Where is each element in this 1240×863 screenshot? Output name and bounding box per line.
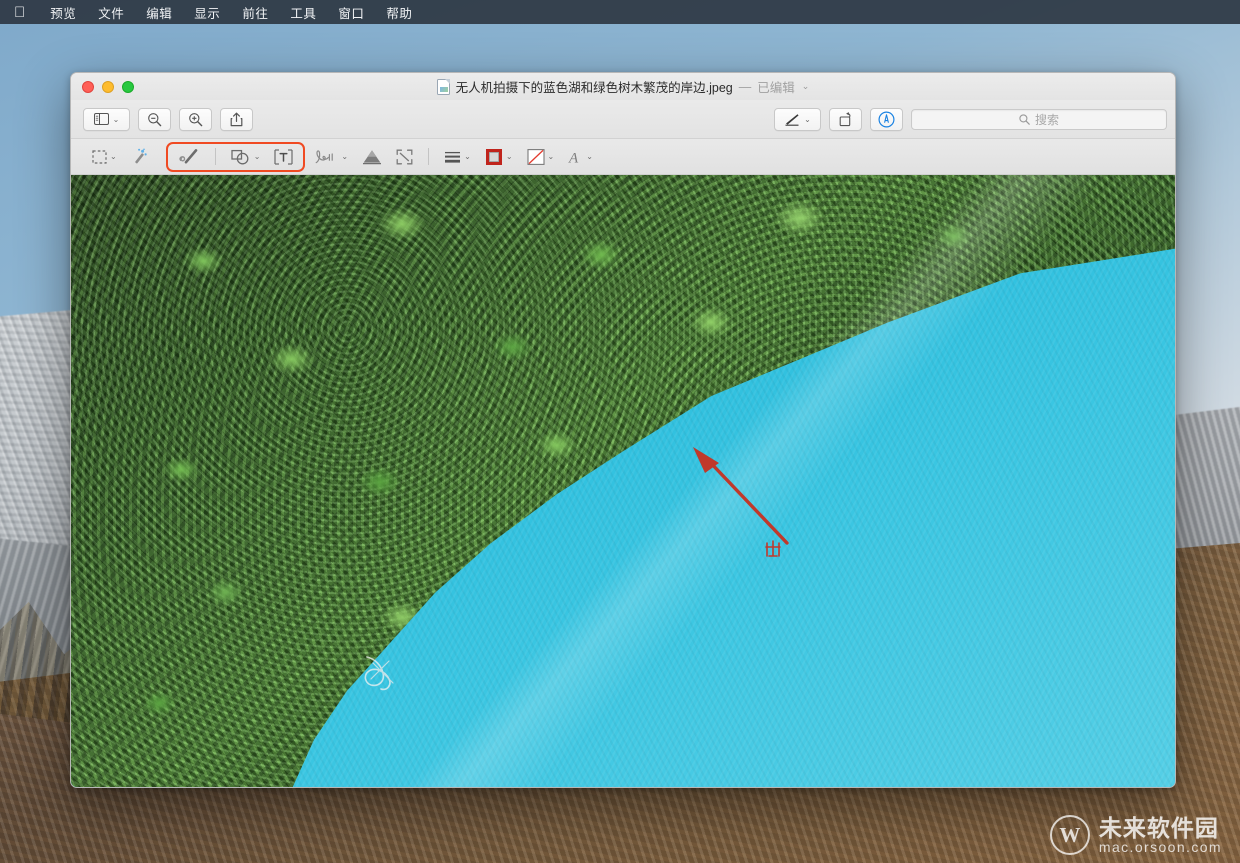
toolbar-divider xyxy=(428,148,430,165)
share-button[interactable] xyxy=(220,107,253,131)
zoom-in-icon xyxy=(189,112,203,126)
font-a-icon: A xyxy=(568,150,579,165)
sketch-pen-icon xyxy=(179,149,198,164)
adjust-size-tool-button[interactable] xyxy=(389,144,420,170)
fill-color-swatch-icon xyxy=(526,148,545,165)
instant-alpha-tool-button[interactable] xyxy=(124,144,155,170)
watermark-cn-text: 未来软件园 xyxy=(1098,814,1219,841)
signature-icon xyxy=(316,150,334,164)
title-chevron-down-icon[interactable]: ⌄ xyxy=(802,81,810,92)
maximize-button[interactable] xyxy=(122,80,134,93)
shapes-icon xyxy=(231,149,249,164)
shapes-tool-button[interactable]: ⌄ xyxy=(224,144,268,170)
w-circle-logo-icon: W xyxy=(1049,815,1090,855)
search-input[interactable]: 搜索 xyxy=(911,108,1167,130)
toolbar-divider xyxy=(214,148,216,165)
close-button[interactable] xyxy=(82,80,94,93)
text-box-icon xyxy=(274,148,294,165)
minimize-button[interactable] xyxy=(102,80,114,93)
watermark: W 未来软件园 mac.orsoon.com xyxy=(1049,814,1222,855)
rotate-left-button[interactable] xyxy=(829,107,862,131)
menu-item-tools[interactable]: 工具 xyxy=(279,3,327,22)
text-style-tool-button[interactable]: A ⌄ xyxy=(561,144,600,170)
image-canvas[interactable] xyxy=(71,175,1175,787)
chevron-down-icon[interactable]: ⌄ xyxy=(254,152,261,161)
document-icon xyxy=(436,78,450,95)
dashed-rectangle-icon xyxy=(92,149,107,164)
crop-resize-icon xyxy=(396,149,413,164)
svg-text:A: A xyxy=(568,150,579,165)
chevron-down-icon[interactable]: ⌄ xyxy=(506,152,513,161)
red-arrow-annotation[interactable] xyxy=(681,443,801,553)
sign-tool-button[interactable]: ⌄ xyxy=(307,144,355,170)
highlight-group-sketch-shapes-text: ⌄ xyxy=(165,141,306,172)
chevron-down-icon[interactable]: ⌄ xyxy=(804,115,811,124)
annotate-button[interactable] xyxy=(870,107,903,131)
markup-button[interactable]: ⌄ xyxy=(774,107,821,131)
fill-color-tool-button[interactable]: ⌄ xyxy=(520,144,562,170)
selection-tool-button[interactable]: ⌄ xyxy=(85,144,124,170)
window-toolbar: ⌄ ⌄ 搜索 xyxy=(71,100,1175,139)
markup-toolbar: ⌄ ⌄ ⌄ ⌄ ⌄ ⌄ A ⌄ xyxy=(71,139,1175,175)
border-color-swatch-icon xyxy=(485,148,502,165)
red-scribble-annotation[interactable] xyxy=(765,540,781,558)
chevron-down-icon[interactable]: ⌄ xyxy=(110,152,117,161)
magic-wand-icon xyxy=(134,148,147,164)
chevron-down-icon[interactable]: ⌄ xyxy=(586,152,593,161)
window-title-separator: — xyxy=(738,79,752,94)
text-tool-button[interactable] xyxy=(267,144,300,170)
desktop:  预览 文件 编辑 显示 前往 工具 窗口 帮助 无人机拍摄下的蓝色湖和绿色树… xyxy=(0,0,1240,863)
menu-item-help[interactable]: 帮助 xyxy=(375,3,423,22)
sidebar-icon xyxy=(93,113,109,125)
window-title: 无人机拍摄下的蓝色湖和绿色树木繁茂的岸边.jpeg — 已编辑 ⌄ xyxy=(71,73,1175,100)
menu-item-window[interactable]: 窗口 xyxy=(327,3,375,22)
preview-window: 无人机拍摄下的蓝色湖和绿色树木繁茂的岸边.jpeg — 已编辑 ⌄ ⌄ ⌄ 搜索… xyxy=(70,72,1176,788)
shape-style-tool-button[interactable]: ⌄ xyxy=(437,144,478,170)
adjust-color-tool-button[interactable] xyxy=(355,144,389,170)
share-icon xyxy=(230,112,243,126)
sketch-tool-button[interactable] xyxy=(171,144,207,170)
prism-icon xyxy=(363,149,382,164)
chevron-down-icon[interactable]: ⌄ xyxy=(548,152,555,161)
chevron-down-icon[interactable]: ⌄ xyxy=(113,115,120,124)
zoom-out-icon xyxy=(148,112,162,126)
markup-pen-icon xyxy=(785,114,799,126)
chevron-down-icon[interactable]: ⌄ xyxy=(341,152,348,161)
menu-item-file[interactable]: 文件 xyxy=(87,3,135,22)
window-title-filename: 无人机拍摄下的蓝色湖和绿色树木繁茂的岸边.jpeg xyxy=(455,81,733,95)
window-title-status: 已编辑 xyxy=(757,81,795,95)
annotate-icon xyxy=(878,110,895,128)
menu-item-edit[interactable]: 编辑 xyxy=(135,3,183,22)
menu-bar:  预览 文件 编辑 显示 前往 工具 窗口 帮助 xyxy=(0,0,1240,24)
border-color-tool-button[interactable]: ⌄ xyxy=(478,144,520,170)
watermark-text: 未来软件园 mac.orsoon.com xyxy=(1098,814,1222,855)
white-sketch-annotation[interactable] xyxy=(359,653,401,693)
search-placeholder: 搜索 xyxy=(1034,112,1059,127)
zoom-in-button[interactable] xyxy=(179,107,212,131)
window-titlebar[interactable]: 无人机拍摄下的蓝色湖和绿色树木繁茂的岸边.jpeg — 已编辑 ⌄ xyxy=(71,73,1175,100)
search-icon xyxy=(1019,113,1030,125)
menu-item-go[interactable]: 前往 xyxy=(231,3,279,22)
zoom-out-button[interactable] xyxy=(138,107,171,131)
traffic-lights xyxy=(71,80,134,93)
menu-item-view[interactable]: 显示 xyxy=(183,3,231,22)
apple-logo-icon[interactable]:  xyxy=(14,5,39,20)
rotate-left-icon xyxy=(839,111,850,126)
line-weight-icon xyxy=(445,151,461,163)
sidebar-toggle-button[interactable]: ⌄ xyxy=(83,107,130,131)
chevron-down-icon[interactable]: ⌄ xyxy=(464,152,471,161)
watermark-en-text: mac.orsoon.com xyxy=(1098,838,1222,855)
menu-item-preview[interactable]: 预览 xyxy=(39,3,87,22)
